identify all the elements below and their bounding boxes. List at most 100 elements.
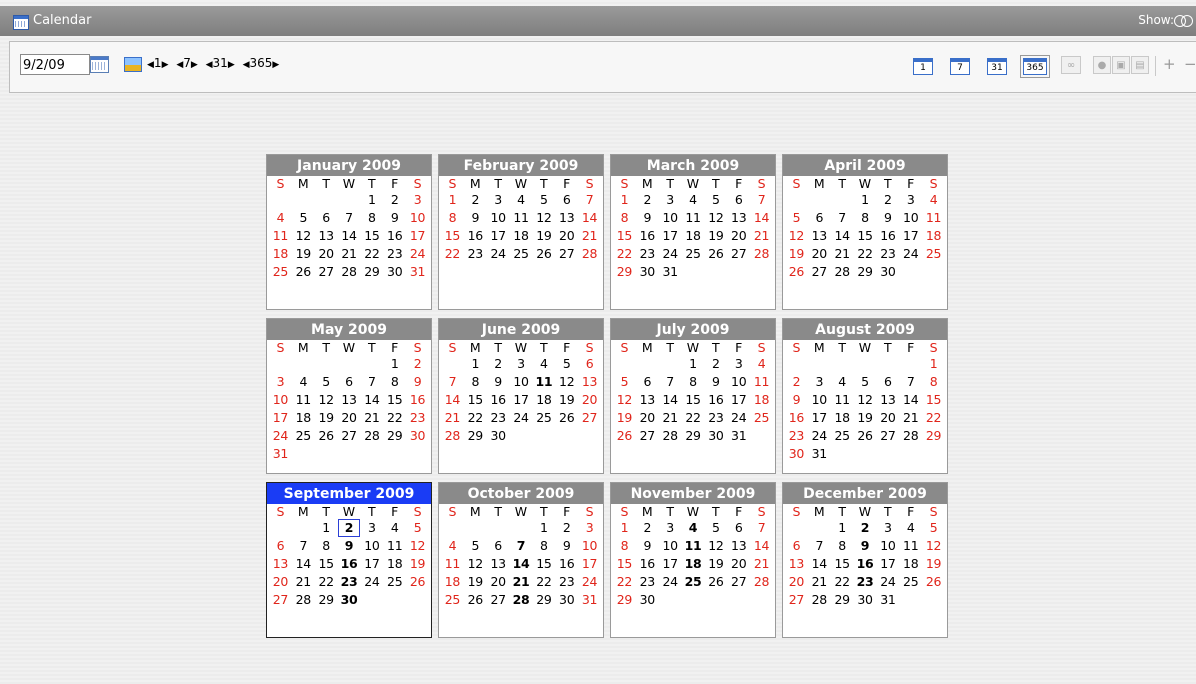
day-cell[interactable]: 3 [269,373,292,391]
date-input[interactable]: 9/2/09 [20,54,90,75]
record-icon[interactable]: ● [1093,56,1111,74]
day-cell[interactable]: 5 [704,519,727,537]
day-cell[interactable]: 5 [555,355,578,373]
day-cell[interactable]: 17 [659,555,682,573]
left-arrow-icon[interactable]: ◀ [147,60,154,70]
day-cell[interactable]: 28 [578,245,601,263]
day-cell[interactable]: 9 [876,209,899,227]
day-cell[interactable]: 25 [682,573,705,591]
day-cell[interactable]: 29 [532,591,555,609]
day-cell[interactable]: 7 [360,373,383,391]
day-cell[interactable]: 7 [659,373,682,391]
day-cell[interactable]: 18 [922,227,945,245]
day-cell[interactable]: 14 [441,391,464,409]
day-cell[interactable]: 2 [785,373,808,391]
day-cell[interactable]: 22 [464,409,487,427]
day-cell[interactable]: 27 [315,263,338,281]
day-cell[interactable]: 26 [613,427,636,445]
day-cell[interactable]: 15 [360,227,383,245]
day-cell[interactable]: 8 [613,537,636,555]
day-cell[interactable]: 22 [532,573,555,591]
day-cell[interactable]: 25 [269,263,292,281]
day-cell[interactable]: 17 [578,555,601,573]
day-cell[interactable]: 5 [785,209,808,227]
day-cell[interactable]: 2 [406,355,429,373]
photo-icon[interactable] [124,57,142,72]
month-title[interactable]: August 2009 [783,319,947,340]
day-cell[interactable]: 19 [785,245,808,263]
day-cell[interactable]: 5 [532,191,555,209]
day-cell[interactable]: 10 [360,537,383,555]
day-cell[interactable]: 15 [854,227,877,245]
day-cell[interactable]: 13 [269,555,292,573]
day-cell[interactable]: 21 [510,573,533,591]
day-cell[interactable]: 4 [682,191,705,209]
day-cell[interactable]: 21 [808,573,831,591]
day-cell[interactable]: 7 [899,373,922,391]
today-cell[interactable]: 2 [337,519,361,537]
right-arrow-icon[interactable]: ▶ [272,60,279,70]
day-cell[interactable]: 3 [360,519,383,537]
day-cell[interactable]: 13 [785,555,808,573]
day-cell[interactable]: 21 [899,409,922,427]
day-cell[interactable]: 16 [636,555,659,573]
day-cell[interactable]: 18 [750,391,773,409]
day-cell[interactable]: 10 [899,209,922,227]
day-cell[interactable]: 20 [269,573,292,591]
day-cell[interactable]: 21 [750,227,773,245]
day-cell[interactable]: 1 [613,519,636,537]
month-title[interactable]: January 2009 [267,155,431,176]
day-cell[interactable]: 7 [510,537,533,555]
day-cell[interactable]: 24 [510,409,533,427]
day-cell[interactable]: 26 [315,427,338,445]
day-cell[interactable]: 27 [636,427,659,445]
day-cell[interactable]: 31 [876,591,899,609]
day-cell[interactable]: 1 [441,191,464,209]
day-cell[interactable]: 26 [464,591,487,609]
day-cell[interactable]: 7 [750,519,773,537]
day-cell[interactable]: 18 [831,409,854,427]
day-cell[interactable]: 24 [808,427,831,445]
day-cell[interactable]: 11 [899,537,922,555]
day-cell[interactable]: 26 [704,573,727,591]
day-cell[interactable]: 15 [831,555,854,573]
day-cell[interactable]: 12 [406,537,429,555]
day-cell[interactable]: 19 [854,409,877,427]
day-cell[interactable]: 16 [636,227,659,245]
day-cell[interactable]: 20 [338,409,361,427]
day-cell[interactable]: 21 [659,409,682,427]
day-cell[interactable]: 15 [532,555,555,573]
day-cell[interactable]: 24 [487,245,510,263]
day-cell[interactable]: 24 [899,245,922,263]
day-cell[interactable]: 12 [704,209,727,227]
day-cell[interactable]: 24 [659,245,682,263]
day-cell[interactable]: 13 [727,209,750,227]
day-cell[interactable]: 8 [383,373,406,391]
day-cell[interactable]: 2 [464,191,487,209]
day-cell[interactable]: 14 [510,555,533,573]
day-cell[interactable]: 3 [808,373,831,391]
day-cell[interactable]: 18 [510,227,533,245]
day-cell[interactable]: 21 [338,245,361,263]
day-cell[interactable]: 10 [269,391,292,409]
day-cell[interactable]: 4 [750,355,773,373]
day-cell[interactable]: 5 [922,519,945,537]
stepper-month[interactable]: ◀31▶ [206,56,235,70]
day-cell[interactable]: 2 [383,191,406,209]
stepper-day[interactable]: ◀1▶ [147,56,168,70]
day-cell[interactable]: 29 [682,427,705,445]
day-cell[interactable]: 27 [876,427,899,445]
day-cell[interactable]: 4 [922,191,945,209]
day-cell[interactable]: 30 [636,591,659,609]
day-cell[interactable]: 8 [464,373,487,391]
day-cell[interactable]: 5 [292,209,315,227]
day-cell[interactable]: 16 [854,555,877,573]
day-cell[interactable]: 29 [360,263,383,281]
month-title[interactable]: November 2009 [611,483,775,504]
day-cell[interactable]: 12 [292,227,315,245]
day-cell[interactable]: 24 [659,573,682,591]
day-cell[interactable]: 14 [750,537,773,555]
day-cell[interactable]: 15 [383,391,406,409]
day-cell[interactable]: 23 [636,573,659,591]
day-cell[interactable]: 25 [899,573,922,591]
